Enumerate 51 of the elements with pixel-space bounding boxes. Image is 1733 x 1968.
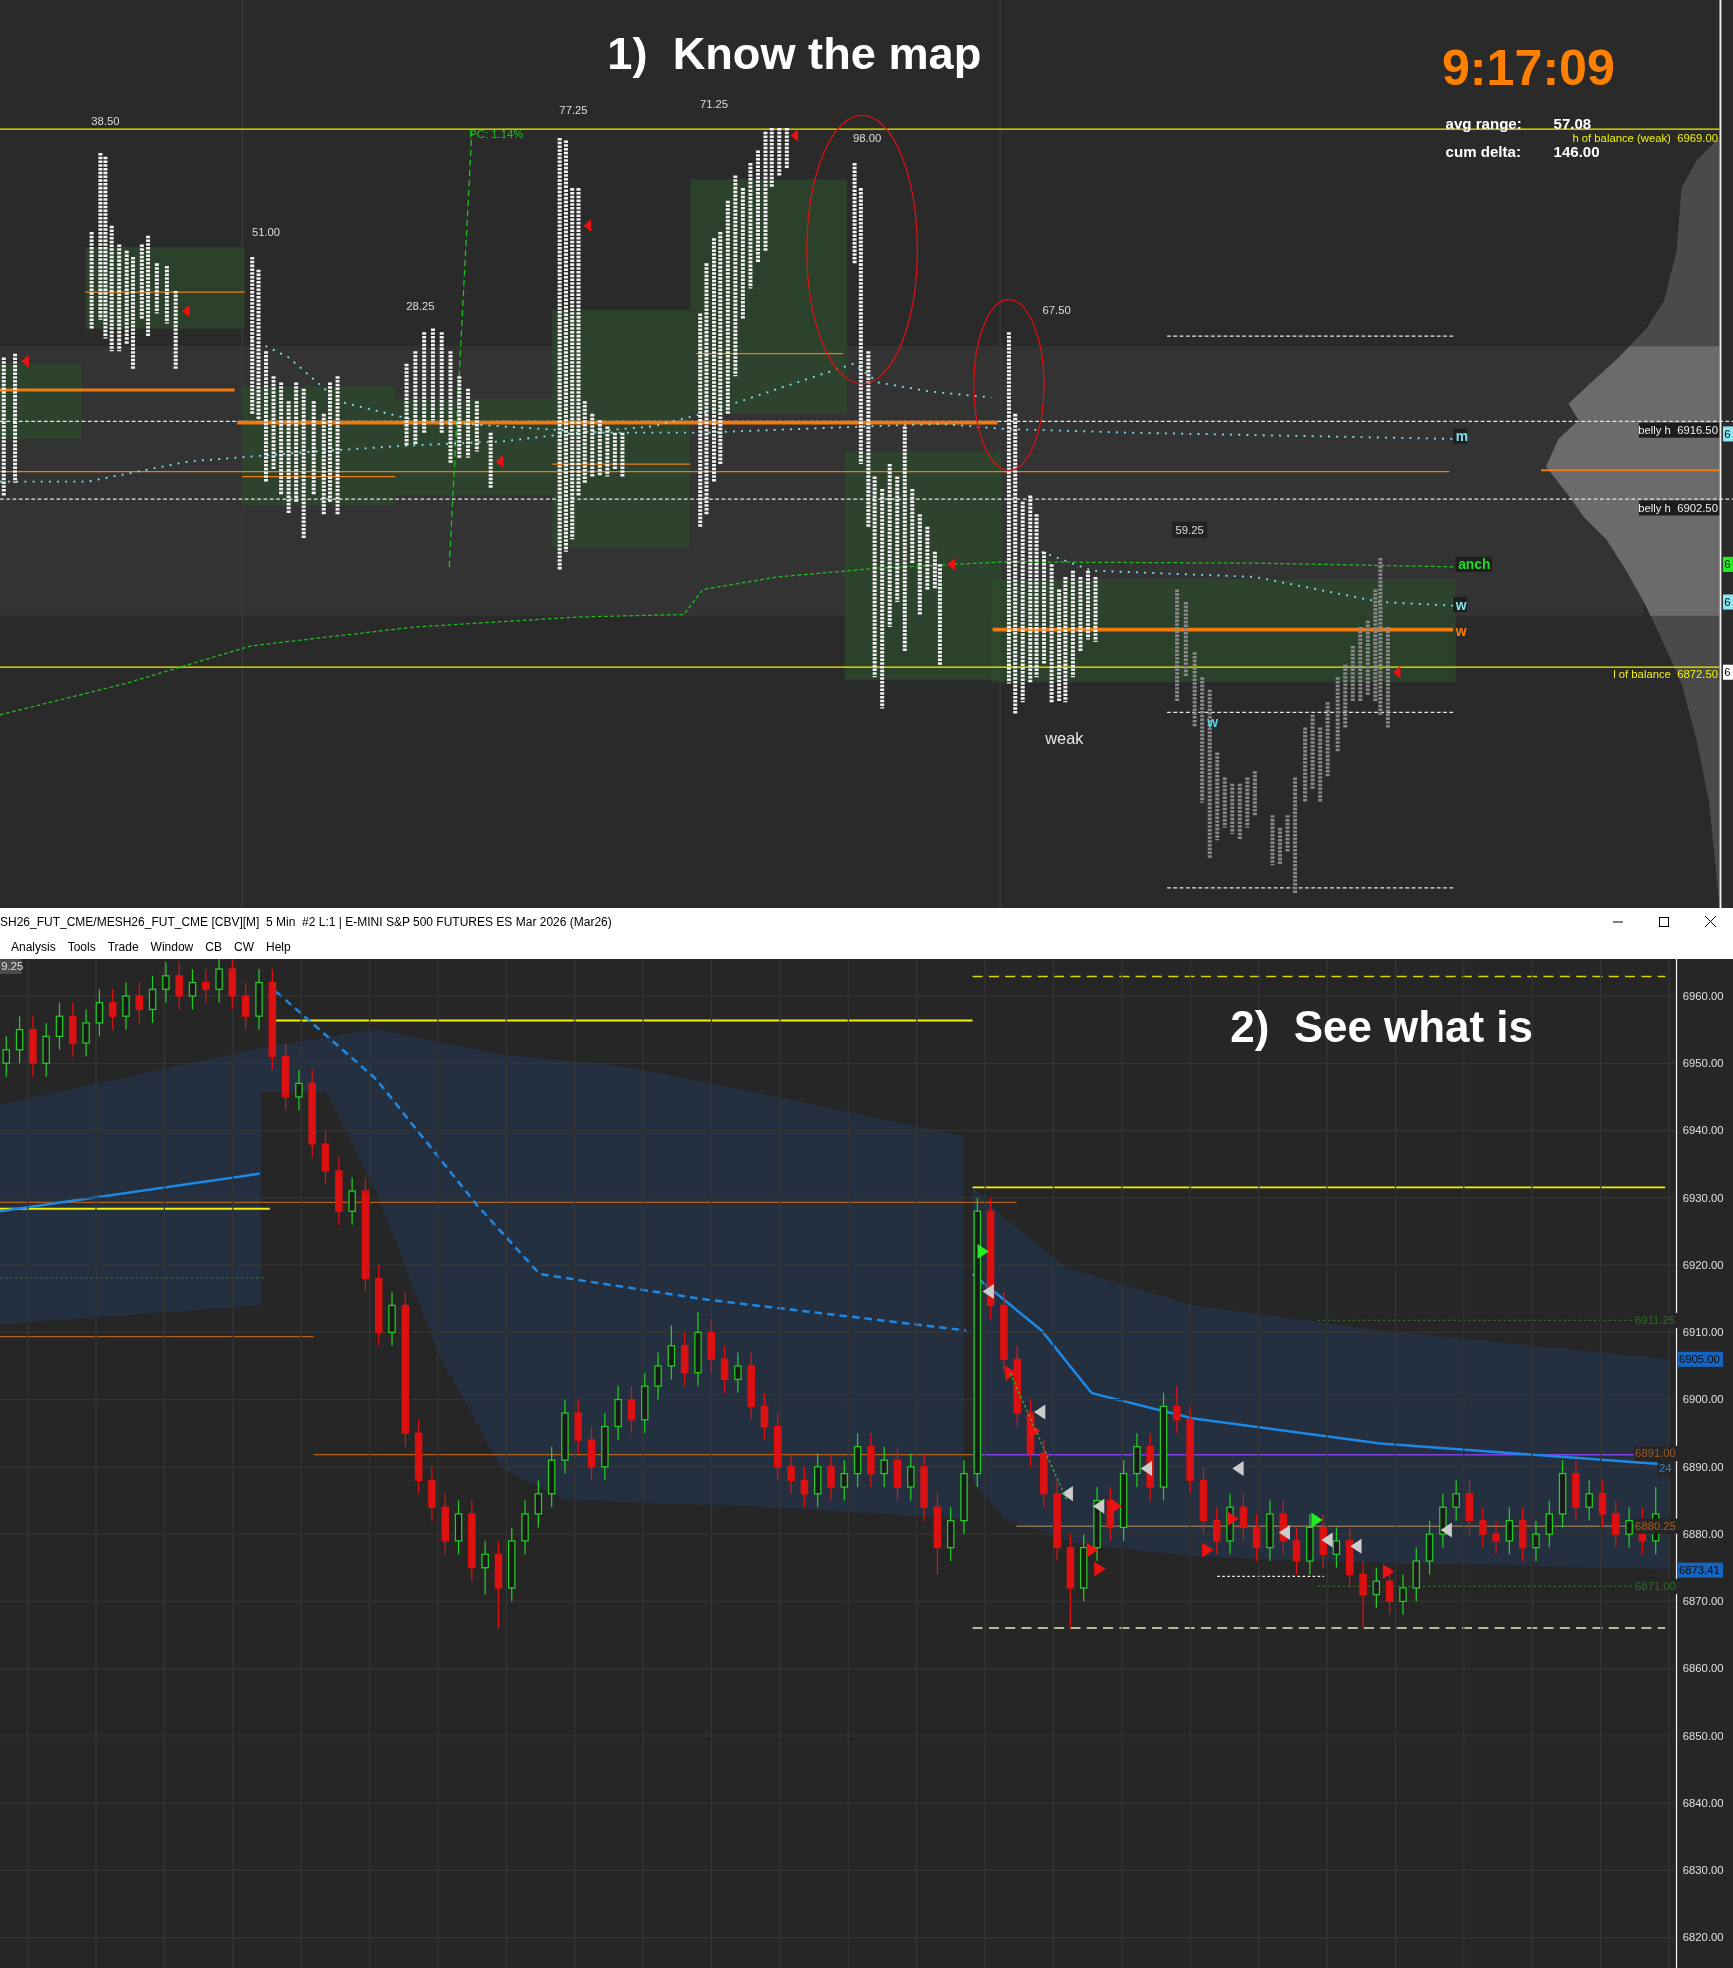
- axis-label: 6880.00: [1682, 1527, 1724, 1540]
- price-tag: 6: [1722, 594, 1733, 610]
- axis-label: 6900.00: [1682, 1393, 1724, 1406]
- stat-value: 57.08: [1553, 115, 1592, 133]
- line-tag: w: [1207, 715, 1218, 731]
- axis-label: 6890.00: [1682, 1460, 1724, 1473]
- level-label: l of balance 6872.50: [1613, 668, 1718, 681]
- stat-value: 146.00: [1553, 142, 1600, 160]
- level-label: belly h 6902.50: [1638, 500, 1720, 516]
- axis-label: 6870.00: [1682, 1595, 1724, 1608]
- axis-label: 6920.00: [1682, 1258, 1724, 1271]
- pc-label: PC: 1.14%: [469, 127, 524, 140]
- axis-label: 6820.00: [1682, 1931, 1724, 1944]
- menu-item[interactable]: CW: [228, 935, 259, 959]
- menu-item[interactable]: Analysis: [6, 935, 61, 959]
- menu-item[interactable]: Help: [260, 935, 296, 959]
- note-label: weak: [1045, 728, 1084, 747]
- range-label: 38.50: [91, 115, 120, 128]
- axis-label: 6860.00: [1682, 1662, 1724, 1675]
- price-tag: 6: [1722, 556, 1733, 572]
- range-label: 98.00: [853, 131, 882, 144]
- axis-label: 6940.00: [1682, 1124, 1724, 1137]
- range-label: 51.00: [251, 225, 281, 238]
- range-label: 71.25: [699, 97, 729, 110]
- price-tag: 6: [1722, 664, 1733, 680]
- price-tag: 9.25: [0, 959, 24, 975]
- menu-item[interactable]: CB: [200, 935, 227, 959]
- window-title: SH26_FUT_CME/MESH26_FUT_CME [CBV][M] 5 Min #2 L:1 | E-MINI S&P 500 FUTURES ES Mar 2026 (Mar26): [0, 913, 612, 931]
- axis-label: 6830.00: [1682, 1864, 1724, 1877]
- price-tag: 6905.00: [1677, 1351, 1723, 1367]
- axis-label: 6960.00: [1682, 989, 1724, 1002]
- axis-label: 6850.00: [1682, 1729, 1724, 1742]
- axis-label: 6910.00: [1682, 1326, 1724, 1339]
- price-tag: 6: [1722, 426, 1733, 442]
- stat-label: avg range:: [1445, 115, 1522, 133]
- range-label: 28.25: [406, 299, 435, 312]
- menu-item[interactable]: Window: [145, 935, 199, 959]
- range-label: 77.25: [559, 104, 588, 117]
- axis-label: 6840.00: [1682, 1796, 1724, 1809]
- price-tag: 6873.41: [1677, 1562, 1723, 1578]
- panel-heading: 2) See what is: [1230, 1001, 1533, 1051]
- panel-heading: 1) Know the map: [607, 28, 982, 79]
- level-label: h of balance (weak) 6969.00: [1572, 131, 1718, 144]
- line-tag: w: [1455, 623, 1467, 639]
- menu-item[interactable]: Tools: [62, 935, 101, 959]
- stat-label: cum delta:: [1445, 142, 1521, 160]
- menu-item[interactable]: Trade: [102, 935, 144, 959]
- axis-label: 6950.00: [1682, 1057, 1724, 1070]
- range-label: 67.50: [1042, 303, 1071, 316]
- clock: 9:17:09: [1441, 40, 1615, 97]
- axis-label: 6930.00: [1682, 1191, 1724, 1204]
